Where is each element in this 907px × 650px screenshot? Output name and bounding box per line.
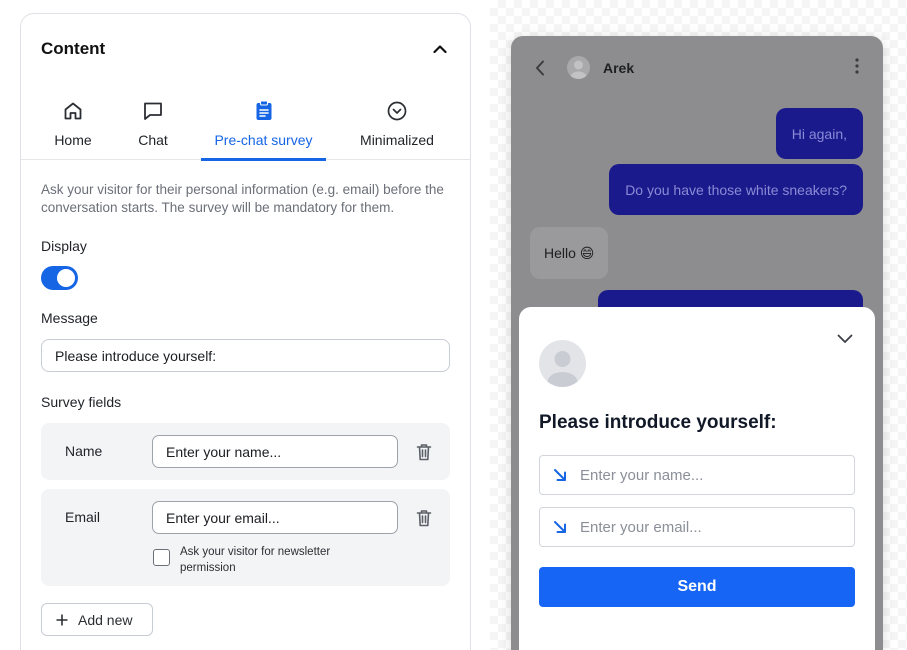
- survey-email-input[interactable]: [580, 518, 840, 536]
- survey-description: Ask your visitor for their personal info…: [41, 182, 444, 215]
- add-new-label: Add new: [78, 611, 133, 628]
- minimize-survey-button[interactable]: [837, 331, 853, 349]
- plus-icon: [56, 614, 68, 625]
- survey-email-field[interactable]: [539, 507, 855, 547]
- home-icon: [62, 98, 84, 124]
- survey-name-input[interactable]: [580, 466, 840, 484]
- agent-name: Arek: [603, 60, 635, 76]
- chevron-left-icon: [536, 60, 544, 76]
- visitor-message: Do you have those white sneakers?: [609, 164, 863, 215]
- chevron-up-icon: [433, 45, 447, 54]
- more-menu-button[interactable]: [855, 58, 859, 79]
- newsletter-checkbox[interactable]: [153, 549, 170, 566]
- survey-field-email: Email Ask your visitor for newsletter pe…: [41, 489, 450, 586]
- more-vertical-icon: [855, 58, 859, 74]
- chevron-circle-icon: [386, 98, 408, 124]
- pre-chat-survey-form: Please introduce yourself: Send: [519, 307, 875, 650]
- panel-header: Content: [41, 38, 450, 60]
- name-placeholder-input[interactable]: [152, 435, 398, 468]
- panel-title: Content: [41, 39, 106, 58]
- display-label: Display: [41, 238, 87, 254]
- field-name-label: Name: [65, 443, 103, 459]
- add-new-button[interactable]: Add new: [41, 603, 153, 636]
- survey-fields-label: Survey fields: [41, 394, 122, 410]
- toggle-knob: [57, 269, 75, 287]
- tab-chat-label: Chat: [138, 132, 168, 148]
- agent-message: Hello 😄: [530, 227, 609, 279]
- back-button[interactable]: [535, 60, 545, 81]
- trash-icon: [416, 510, 432, 527]
- message-input[interactable]: [41, 339, 450, 372]
- tab-home[interactable]: Home: [52, 94, 94, 160]
- survey-name-field[interactable]: [539, 455, 855, 495]
- agent-avatar: [567, 56, 590, 79]
- person-icon: [570, 60, 587, 79]
- trash-icon: [416, 444, 432, 461]
- chevron-down-icon: [837, 334, 853, 343]
- newsletter-label: Ask your visitor for newsletter permissi…: [180, 546, 331, 574]
- collapse-button[interactable]: [430, 39, 450, 59]
- delete-name-field-button[interactable]: [414, 442, 434, 462]
- tab-pre-chat-survey[interactable]: Pre-chat survey: [201, 94, 326, 161]
- display-toggle[interactable]: [41, 266, 78, 290]
- tab-minimalized-label: Minimalized: [360, 132, 434, 148]
- message-label: Message: [41, 310, 98, 326]
- content-panel: Content Home Chat Pre-chat survey Minima…: [20, 13, 471, 650]
- content-tabs: Home Chat Pre-chat survey Minimalized: [21, 94, 470, 161]
- chat-header: Arek: [511, 36, 883, 100]
- survey-avatar: [539, 340, 586, 387]
- field-email-label: Email: [65, 509, 101, 525]
- tab-chat[interactable]: Chat: [136, 94, 170, 160]
- clipboard-icon: [253, 98, 275, 124]
- survey-title: Please introduce yourself:: [539, 412, 777, 433]
- tab-home-label: Home: [54, 132, 92, 148]
- tab-pre-chat-survey-label: Pre-chat survey: [214, 132, 313, 148]
- delete-email-field-button[interactable]: [414, 508, 434, 528]
- survey-field-name: Name: [41, 423, 450, 480]
- visitor-message: Hi again,: [775, 108, 863, 159]
- email-placeholder-input[interactable]: [152, 501, 398, 534]
- send-button[interactable]: Send: [539, 567, 855, 607]
- arrow-down-right-icon: [540, 520, 580, 534]
- arrow-down-right-icon: [540, 468, 580, 482]
- tab-minimalized[interactable]: Minimalized: [357, 94, 437, 160]
- person-icon: [547, 351, 578, 387]
- chat-icon: [142, 98, 164, 124]
